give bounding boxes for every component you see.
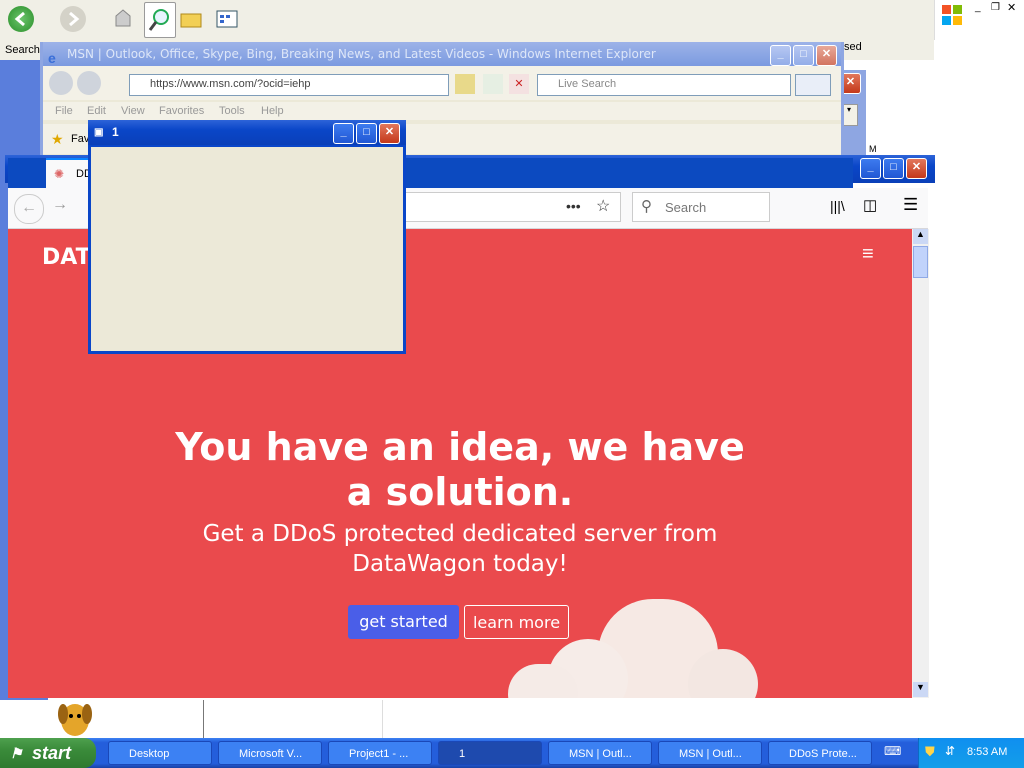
hamburger-menu-icon[interactable]: ≡ xyxy=(862,243,874,266)
network-icon[interactable]: ⇵ xyxy=(945,744,955,758)
url-bar[interactable]: ••• ☆ xyxy=(404,192,621,222)
scroll-thumb[interactable] xyxy=(913,246,928,278)
address-text: https://www.msn.com/?ocid=iehp xyxy=(150,78,311,90)
taskbar-item-desktop[interactable]: Desktop xyxy=(108,741,212,765)
menu-favorites[interactable]: Favorites xyxy=(159,105,204,117)
search-placeholder: Live Search xyxy=(558,78,617,90)
tab-favicon-icon: ✺ xyxy=(54,167,65,181)
taskbar-item-1[interactable]: 1 xyxy=(438,741,542,765)
system-tray: ⛊ ⇵ 8:53 AM xyxy=(918,738,1024,768)
up-folder-icon[interactable] xyxy=(110,6,136,32)
refresh-icon[interactable] xyxy=(483,74,503,94)
ie-menubar: File Edit View Favorites Tools Help xyxy=(43,102,841,120)
search-placeholder: Search xyxy=(665,200,707,215)
close-icon[interactable]: ✕ xyxy=(906,158,927,179)
menu-tools[interactable]: Tools xyxy=(219,105,245,117)
divider xyxy=(382,700,383,738)
partial-text: sed xyxy=(844,41,862,53)
forward-icon[interactable] xyxy=(77,71,101,95)
menu-edit[interactable]: Edit xyxy=(87,105,106,117)
menu-icon[interactable]: ☰ xyxy=(903,195,918,215)
minimize-icon[interactable]: _ xyxy=(770,45,791,66)
firefox-search-field[interactable]: ⚲ Search xyxy=(632,192,770,222)
window-1-body xyxy=(91,147,403,351)
maximize-icon[interactable]: □ xyxy=(793,45,814,66)
ie-address-row: https://www.msn.com/?ocid=iehp ✕ Live Se… xyxy=(43,66,841,100)
bookmark-star-icon[interactable]: ☆ xyxy=(596,196,610,216)
clock[interactable]: 8:53 AM xyxy=(967,746,1007,758)
cloud-illustration xyxy=(508,599,758,698)
lock-icon[interactable] xyxy=(455,74,475,94)
minimize-icon[interactable]: _ xyxy=(975,2,981,13)
minimize-icon[interactable]: _ xyxy=(860,158,881,179)
taskbar-item-ddos[interactable]: DDoS Prote... xyxy=(768,741,872,765)
window-1-titlebar: ▣ 1 _ □ ✕ xyxy=(88,120,406,145)
hero-title: You have an idea, we have a solution. xyxy=(175,425,745,514)
folders-icon[interactable] xyxy=(178,6,204,32)
ie-titlebar: e MSN | Outlook, Office, Skype, Bing, Br… xyxy=(43,42,841,66)
taskbar-item-project1[interactable]: Project1 - ... xyxy=(328,741,432,765)
close-icon[interactable]: ✕ xyxy=(1007,1,1016,14)
page-actions-icon[interactable]: ••• xyxy=(566,198,581,214)
views-icon[interactable] xyxy=(214,6,246,32)
search-companion-dog-icon[interactable] xyxy=(50,698,104,738)
library-icon[interactable]: |||\ xyxy=(830,198,845,214)
start-label: start xyxy=(32,743,72,763)
forward-icon[interactable]: → xyxy=(52,196,68,214)
search-go-icon[interactable] xyxy=(795,74,831,96)
ie-title: MSN | Outlook, Office, Skype, Bing, Brea… xyxy=(67,47,656,61)
close-icon[interactable]: ✕ xyxy=(816,45,837,66)
partial-text: M xyxy=(869,144,877,154)
stop-icon[interactable]: ✕ xyxy=(509,74,529,94)
vertical-scrollbar[interactable]: ▲ ▼ xyxy=(912,229,929,698)
search-icon[interactable] xyxy=(144,2,176,38)
minimize-icon[interactable]: _ xyxy=(333,123,354,144)
menu-view[interactable]: View xyxy=(121,105,145,117)
taskbar-item-msn-1[interactable]: MSN | Outl... xyxy=(548,741,652,765)
favorites-star-icon[interactable]: ★ xyxy=(51,131,64,148)
sidebar-icon[interactable]: ◫ xyxy=(863,196,877,214)
shield-icon[interactable]: ⛊ xyxy=(925,744,935,760)
back-icon[interactable] xyxy=(49,71,73,95)
taskbar-item-msn-2[interactable]: MSN | Outl... xyxy=(658,741,762,765)
back-icon[interactable] xyxy=(8,6,34,32)
explorer-toolbar xyxy=(0,0,934,41)
ie-search-field[interactable]: Live Search xyxy=(537,74,791,96)
windows-logo-icon xyxy=(941,4,963,26)
menu-file[interactable]: File xyxy=(55,105,73,117)
forward-icon[interactable] xyxy=(60,6,86,32)
search-icon: ⚲ xyxy=(641,198,652,215)
scroll-up-icon[interactable]: ▲ xyxy=(913,229,928,244)
maximize-icon[interactable]: □ xyxy=(883,158,904,179)
window-icon: ▣ xyxy=(94,127,104,138)
back-icon[interactable]: ← xyxy=(14,194,44,224)
maximize-icon[interactable]: □ xyxy=(356,123,377,144)
start-button[interactable]: ⚑ start xyxy=(0,738,96,768)
explorer-window-controls: _ ❐ ✕ xyxy=(934,0,1024,40)
get-started-button[interactable]: get started xyxy=(348,605,459,639)
address-field[interactable]: https://www.msn.com/?ocid=iehp xyxy=(129,74,449,96)
windows-flag-icon: ⚑ xyxy=(10,745,23,761)
restore-icon[interactable]: ❐ xyxy=(991,2,1000,13)
search-label[interactable]: Search xyxy=(5,44,40,56)
menu-help[interactable]: Help xyxy=(261,105,284,117)
keyboard-icon[interactable]: ⌨ xyxy=(884,744,906,762)
hero-subtitle: Get a DDoS protected dedicated server fr… xyxy=(202,521,718,577)
window-1: ▣ 1 _ □ ✕ xyxy=(88,120,406,354)
divider xyxy=(203,700,204,738)
favorites-label[interactable]: Fav xyxy=(71,133,89,145)
taskbar-item-microsoft-v[interactable]: Microsoft V... xyxy=(218,741,322,765)
window-1-title: 1 xyxy=(112,125,119,139)
brand-logo[interactable]: DAT xyxy=(42,245,91,270)
scroll-down-icon[interactable]: ▼ xyxy=(913,682,928,697)
close-icon[interactable]: ✕ xyxy=(379,123,400,144)
